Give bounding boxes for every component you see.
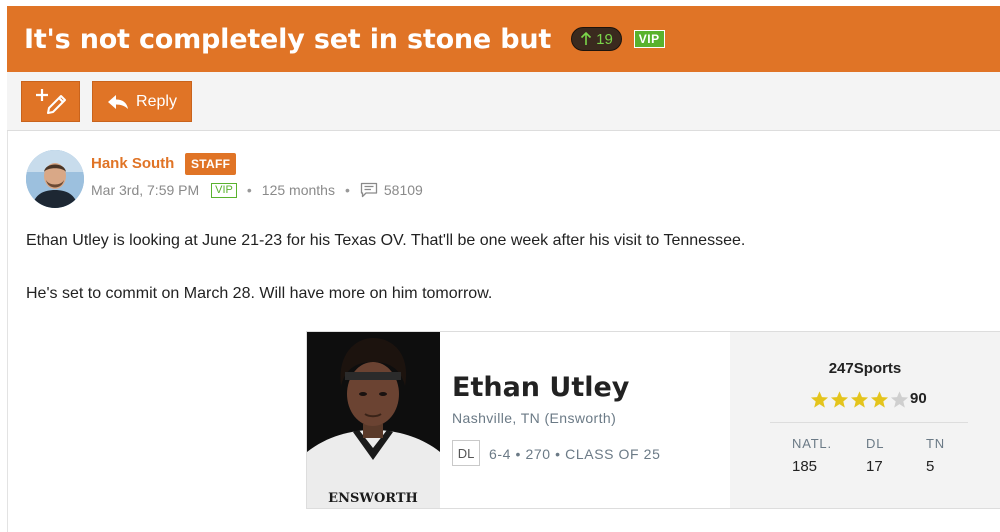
rank-label: DL <box>866 436 885 451</box>
vip-badge: VIP <box>633 30 665 48</box>
compose-pencil-icon <box>35 88 66 114</box>
star-filled-icon <box>850 391 869 408</box>
staff-badge: STAFF <box>185 153 237 175</box>
author-name[interactable]: Hank South <box>91 155 174 172</box>
thread-toolbar: Reply <box>7 72 1000 131</box>
divider <box>770 422 968 423</box>
upvote-count: 19 <box>596 30 613 48</box>
rank-position: DL 17 <box>866 436 884 475</box>
star-rating <box>810 390 909 409</box>
rating-panel: 247Sports 90 NATL. 185 DL 17 TN 5 <box>730 332 1000 508</box>
rank-value: 185 <box>792 458 818 475</box>
author-avatar[interactable] <box>26 150 84 208</box>
star-filled-icon <box>810 391 829 408</box>
player-location: Nashville, TN (Ensworth) <box>452 410 617 426</box>
reply-button[interactable]: Reply <box>92 81 192 122</box>
rating-score: 90 <box>910 390 927 407</box>
forum-post: Hank South STAFF Mar 3rd, 7:59 PM VIP • … <box>7 131 1000 532</box>
rank-label: TN <box>926 436 945 451</box>
star-empty-icon <box>890 391 909 408</box>
upvote-button[interactable]: 19 <box>571 27 622 51</box>
player-photo: ENSWORTH <box>307 332 440 508</box>
rank-value: 17 <box>866 458 883 475</box>
post-count: 58109 <box>383 182 423 198</box>
post-date[interactable]: Mar 3rd, 7:59 PM <box>91 182 199 198</box>
arrow-up-icon <box>581 32 592 45</box>
player-measurables: 6-4 • 270 • CLASS OF 25 <box>489 446 661 462</box>
comment-icon <box>360 182 378 198</box>
reply-label: Reply <box>136 92 177 110</box>
star-filled-icon <box>830 391 849 408</box>
rating-source: 247Sports <box>828 360 902 377</box>
rank-value: 5 <box>926 458 935 475</box>
post-meta: Mar 3rd, 7:59 PM VIP • 125 months • 5810… <box>91 182 423 198</box>
position-badge: DL <box>452 440 480 466</box>
post-vip-badge: VIP <box>211 182 237 198</box>
post-paragraph: Ethan Utley is looking at June 21-23 for… <box>26 232 746 249</box>
new-post-button[interactable] <box>21 81 80 122</box>
member-tenure: 125 months <box>261 182 335 198</box>
thread-title: It's not completely set in stone but <box>24 23 552 55</box>
separator-dot: • <box>344 182 350 198</box>
thread-header: It's not completely set in stone but 19 … <box>7 6 1000 72</box>
rank-national: NATL. 185 <box>792 436 832 475</box>
thread-page: It's not completely set in stone but 19 … <box>0 0 1000 532</box>
star-filled-icon <box>870 391 889 408</box>
player-card[interactable]: ENSWORTH Ethan Utley Nashville, TN (Ensw… <box>306 331 1000 509</box>
post-paragraph: He's set to commit on March 28. Will hav… <box>26 285 493 302</box>
player-name[interactable]: Ethan Utley <box>452 372 629 403</box>
separator-dot: • <box>246 182 252 198</box>
jersey-text: ENSWORTH <box>328 491 418 506</box>
reply-arrow-icon <box>108 94 129 109</box>
rank-state: TN 5 <box>926 436 945 475</box>
rank-label: NATL. <box>792 436 832 451</box>
